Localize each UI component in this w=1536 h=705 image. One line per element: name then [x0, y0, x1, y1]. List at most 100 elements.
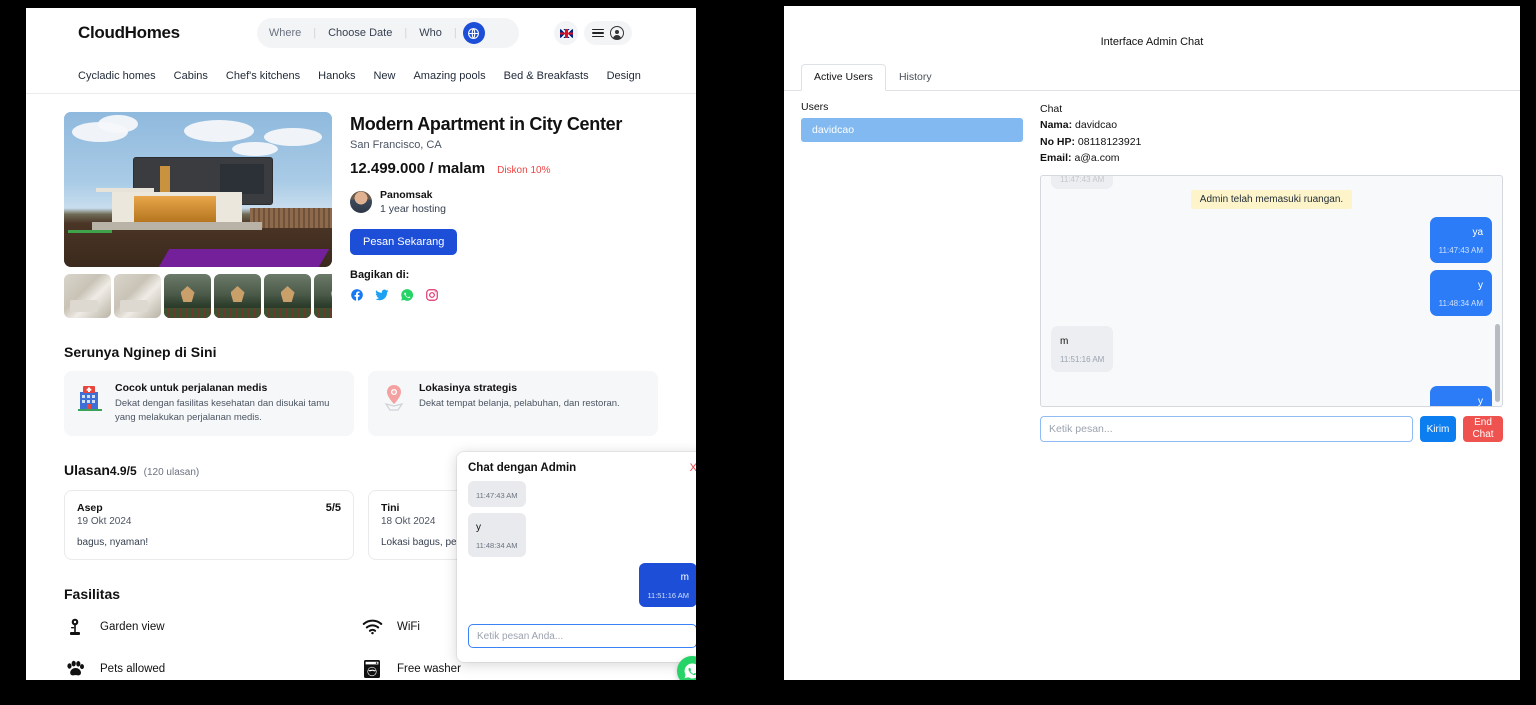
account-menu-button[interactable] [584, 21, 632, 45]
thumbnail-strip [64, 274, 332, 318]
chat-widget-header: Chat dengan Admin X [468, 462, 696, 474]
hamburger-menu-icon[interactable] [592, 28, 604, 38]
chat-scrolled-message: 11:47:43 AM [1051, 176, 1114, 190]
wifi-icon [361, 616, 383, 638]
review-text-0: bagus, nyaman! [77, 536, 149, 548]
highlights-section: Serunya Nginep di Sini Cocok untuk perja… [26, 344, 696, 436]
info-email-key: Email: [1040, 151, 1072, 164]
chat-message-0: ya 11:47:43 AM [1051, 217, 1492, 264]
users-label: Users [801, 101, 829, 113]
chat-text-0: ya [1472, 227, 1483, 239]
review-card-0: Asep 19 Okt 2024 bagus, nyaman! 5/5 [64, 489, 354, 560]
listing-detail: Modern Apartment in City Center San Fran… [350, 112, 658, 318]
search-where-input[interactable]: Where [257, 27, 313, 39]
info-nohp: No HP: 08118123921 [1040, 134, 1503, 150]
message-send-row: Ketik pesan... Kirim End Chat [1040, 416, 1503, 443]
thumbnail-1[interactable] [114, 274, 161, 318]
uk-flag-icon[interactable] [554, 21, 578, 45]
paw-icon [64, 658, 86, 680]
facility-label-1: WiFi [397, 620, 420, 633]
chat-time-0: 11:47:43 AM [1438, 246, 1483, 256]
book-now-button[interactable]: Pesan Sekarang [350, 228, 458, 255]
chat-widget-messages: 11:47:43 AM y 11:48:34 AM m 11:51:16 AM [468, 481, 696, 617]
facility-item-0: Garden view [64, 616, 361, 638]
admin-panel: Users davidcao Chat Nama: davidcao No HP… [784, 91, 1520, 443]
listing-section: Modern Apartment in City Center San Fran… [26, 94, 696, 318]
user-list-item-davidcao[interactable]: davidcao [801, 118, 1023, 142]
send-button[interactable]: Kirim [1420, 416, 1456, 443]
category-link-4[interactable]: New [373, 70, 395, 82]
listing-price: 12.499.000 / malam [350, 160, 486, 178]
photo-gallery [64, 112, 332, 318]
search-who-field[interactable]: Who [407, 27, 454, 39]
chat-message-2: m 11:51:16 AM [1051, 326, 1492, 373]
page-title: Modern Apartment in City Center [350, 114, 623, 134]
tab-active-users[interactable]: Active Users [801, 64, 886, 91]
info-email-value: a@a.com [1074, 151, 1120, 164]
host-avatar [350, 191, 372, 214]
chat-label: Chat [1040, 103, 1063, 115]
tab-history[interactable]: History [886, 64, 945, 90]
chat-widget-input[interactable]: Ketik pesan Anda... [468, 624, 696, 648]
admin-tabs: Active Users History [784, 64, 1520, 91]
thumbnail-5[interactable] [314, 274, 332, 318]
category-link-7[interactable]: Design [607, 70, 641, 82]
category-nav: Cycladic homes Cabins Chef's kitchens Ha… [40, 58, 682, 93]
chat-time-2: 11:51:16 AM [1060, 355, 1105, 365]
category-link-2[interactable]: Chef's kitchens [226, 70, 300, 82]
chat-widget-message-0: 11:47:43 AM [468, 481, 696, 507]
thumbnail-2[interactable] [164, 274, 211, 318]
brand-logo[interactable]: CloudHomes [78, 23, 180, 43]
reviews-score: 4.9/5 [109, 463, 137, 478]
washer-icon [361, 658, 383, 680]
discount-badge: Diskon 10% [497, 165, 551, 177]
review-author-0: Asep [77, 501, 103, 514]
highlight-desc-0: Dekat dengan fasilitas kesehatan dan dis… [115, 398, 330, 423]
facility-label-3: Free washer [397, 662, 461, 675]
hospital-icon [76, 382, 104, 412]
system-message: Admin telah memasuki ruangan. [1190, 190, 1353, 210]
info-nama-key: Nama: [1040, 119, 1073, 132]
thumbnail-0[interactable] [64, 274, 111, 318]
chat-widget-time-1: 11:48:34 AM [476, 541, 518, 550]
facility-label-2: Pets allowed [100, 662, 166, 675]
category-link-3[interactable]: Hanoks [318, 70, 355, 82]
review-score-0: 5/5 [325, 501, 341, 514]
twitter-icon[interactable] [375, 288, 389, 307]
chat-text-2: m [1060, 336, 1069, 348]
search-bar[interactable]: Where | Choose Date | Who | [256, 18, 519, 48]
chat-widget-message-2: m 11:51:16 AM [468, 563, 696, 607]
chat-message-1: y 11:48:34 AM [1051, 270, 1492, 317]
instagram-icon[interactable] [425, 288, 439, 307]
user-avatar-icon[interactable] [610, 26, 624, 40]
highlight-card-1: Lokasinya strategis Dekat tempat belanja… [368, 371, 658, 436]
share-icons-row [350, 288, 658, 307]
message-input[interactable]: Ketik pesan... [1040, 416, 1413, 443]
highlight-desc-1: Dekat tempat belanja, pelabuhan, dan res… [419, 398, 620, 409]
close-icon[interactable]: X [690, 462, 696, 474]
category-link-5[interactable]: Amazing pools [413, 70, 485, 82]
highlights-heading: Serunya Nginep di Sini [64, 344, 217, 360]
category-link-6[interactable]: Bed & Breakfasts [504, 70, 589, 82]
screenshot-stage: CloudHomes Where | Choose Date | Who | C… [0, 0, 1536, 705]
highlight-cards: Cocok untuk perjalanan medis Dekat denga… [64, 371, 658, 436]
site-header: CloudHomes Where | Choose Date | Who | C… [26, 8, 696, 94]
category-link-0[interactable]: Cycladic homes [78, 70, 156, 82]
chat-text-1: y [1478, 280, 1483, 292]
chat-messages-box[interactable]: 11:47:43 AM Admin telah memasuki ruangan… [1040, 175, 1503, 408]
thumbnail-3[interactable] [214, 274, 261, 318]
flower-garden-icon [64, 616, 86, 638]
facebook-icon[interactable] [350, 288, 364, 307]
search-date-field[interactable]: Choose Date [316, 27, 404, 39]
chat-widget-title: Chat dengan Admin [468, 462, 577, 474]
end-chat-button[interactable]: End Chat [1463, 416, 1503, 443]
admin-chat-title: Interface Admin Chat [1100, 36, 1204, 48]
thumbnail-4[interactable] [264, 274, 311, 318]
whatsapp-icon[interactable] [400, 288, 414, 307]
info-nama: Nama: davidcao [1040, 117, 1503, 133]
hero-photo[interactable] [64, 112, 332, 267]
category-link-1[interactable]: Cabins [174, 70, 208, 82]
chat-scrollbar[interactable] [1495, 324, 1500, 403]
globe-search-icon[interactable] [462, 22, 485, 44]
host-row: Panomsak 1 year hosting [350, 188, 658, 216]
